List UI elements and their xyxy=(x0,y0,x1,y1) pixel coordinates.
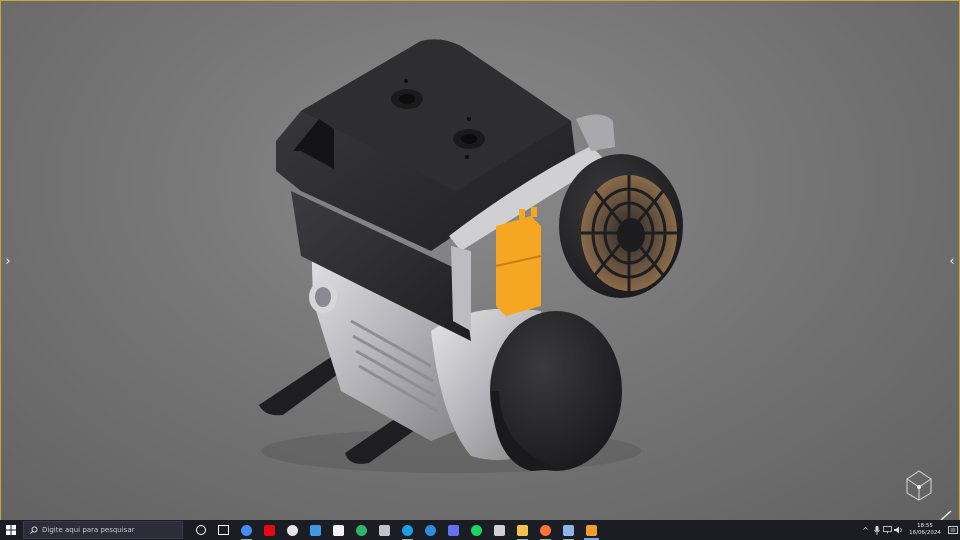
taskbar-app-chrome[interactable] xyxy=(235,520,258,540)
taskbar-app-vscode[interactable] xyxy=(304,520,327,540)
taskbar-app-task-view[interactable] xyxy=(212,520,235,540)
viewcube-icon[interactable] xyxy=(901,467,937,503)
taskbar-app-discord[interactable] xyxy=(442,520,465,540)
taskbar-app-usb-tool[interactable] xyxy=(373,520,396,540)
taskbar-app-spotify[interactable] xyxy=(465,520,488,540)
taskbar-app-fusion[interactable] xyxy=(580,520,603,540)
orange-bracket xyxy=(496,216,541,316)
windows-logo-icon xyxy=(6,525,16,535)
clock[interactable]: 18:55 16/06/2024 xyxy=(908,523,942,537)
network-icon[interactable] xyxy=(882,520,893,540)
xbox-icon xyxy=(287,524,298,536)
taskbar-app-firefox[interactable] xyxy=(534,520,557,540)
spotify-icon xyxy=(471,524,482,536)
notification-center-icon[interactable] xyxy=(946,520,960,540)
taskbar: ^ 18:55 16/06/2024 xyxy=(0,520,960,540)
folder-icon xyxy=(517,524,528,536)
taskbar-app-store[interactable] xyxy=(327,520,350,540)
chrome-icon xyxy=(241,524,252,536)
usb-icon xyxy=(379,524,390,536)
taskbar-app-terminal[interactable] xyxy=(488,520,511,540)
taskbar-app-netflix[interactable] xyxy=(258,520,281,540)
taskbar-search-box[interactable] xyxy=(23,521,183,539)
taskbar-app-xbox[interactable] xyxy=(281,520,304,540)
edge-icon xyxy=(425,524,436,536)
taskbar-app-explorer[interactable] xyxy=(511,520,534,540)
taskbar-app-cortana[interactable] xyxy=(189,520,212,540)
start-button[interactable] xyxy=(0,520,22,540)
3d-viewport[interactable]: › ‹ xyxy=(0,0,960,521)
tray-chevron-icon[interactable]: ^ xyxy=(860,520,871,540)
taskbar-app-photos[interactable] xyxy=(557,520,580,540)
rear-pulley xyxy=(576,114,615,151)
task-view-icon xyxy=(218,525,229,535)
terminal-icon xyxy=(494,524,505,536)
system-tray: ^ 18:55 16/06/2024 xyxy=(860,520,960,540)
search-input[interactable] xyxy=(38,526,172,534)
engine-model-render[interactable] xyxy=(1,1,959,521)
photos-icon xyxy=(563,524,574,536)
skype-icon xyxy=(402,524,413,536)
firefox-icon xyxy=(540,524,551,536)
headset-icon xyxy=(356,524,367,536)
nav-left-arrow[interactable]: › xyxy=(1,253,15,271)
taskbar-app-edge[interactable] xyxy=(419,520,442,540)
taskbar-app-skype[interactable] xyxy=(396,520,419,540)
store-icon xyxy=(333,524,344,536)
circle-icon xyxy=(195,525,206,535)
discord-icon xyxy=(448,524,459,536)
clock-time: 18:55 xyxy=(917,523,933,529)
microphone-icon[interactable] xyxy=(871,520,882,540)
taskbar-app-headset[interactable] xyxy=(350,520,373,540)
code-icon xyxy=(310,524,321,536)
clock-date: 16/06/2024 xyxy=(909,530,941,536)
nav-right-arrow[interactable]: ‹ xyxy=(945,253,959,271)
search-icon xyxy=(30,526,38,534)
volume-icon[interactable] xyxy=(893,520,904,540)
fusion-icon xyxy=(586,524,597,536)
netflix-icon xyxy=(264,524,275,536)
